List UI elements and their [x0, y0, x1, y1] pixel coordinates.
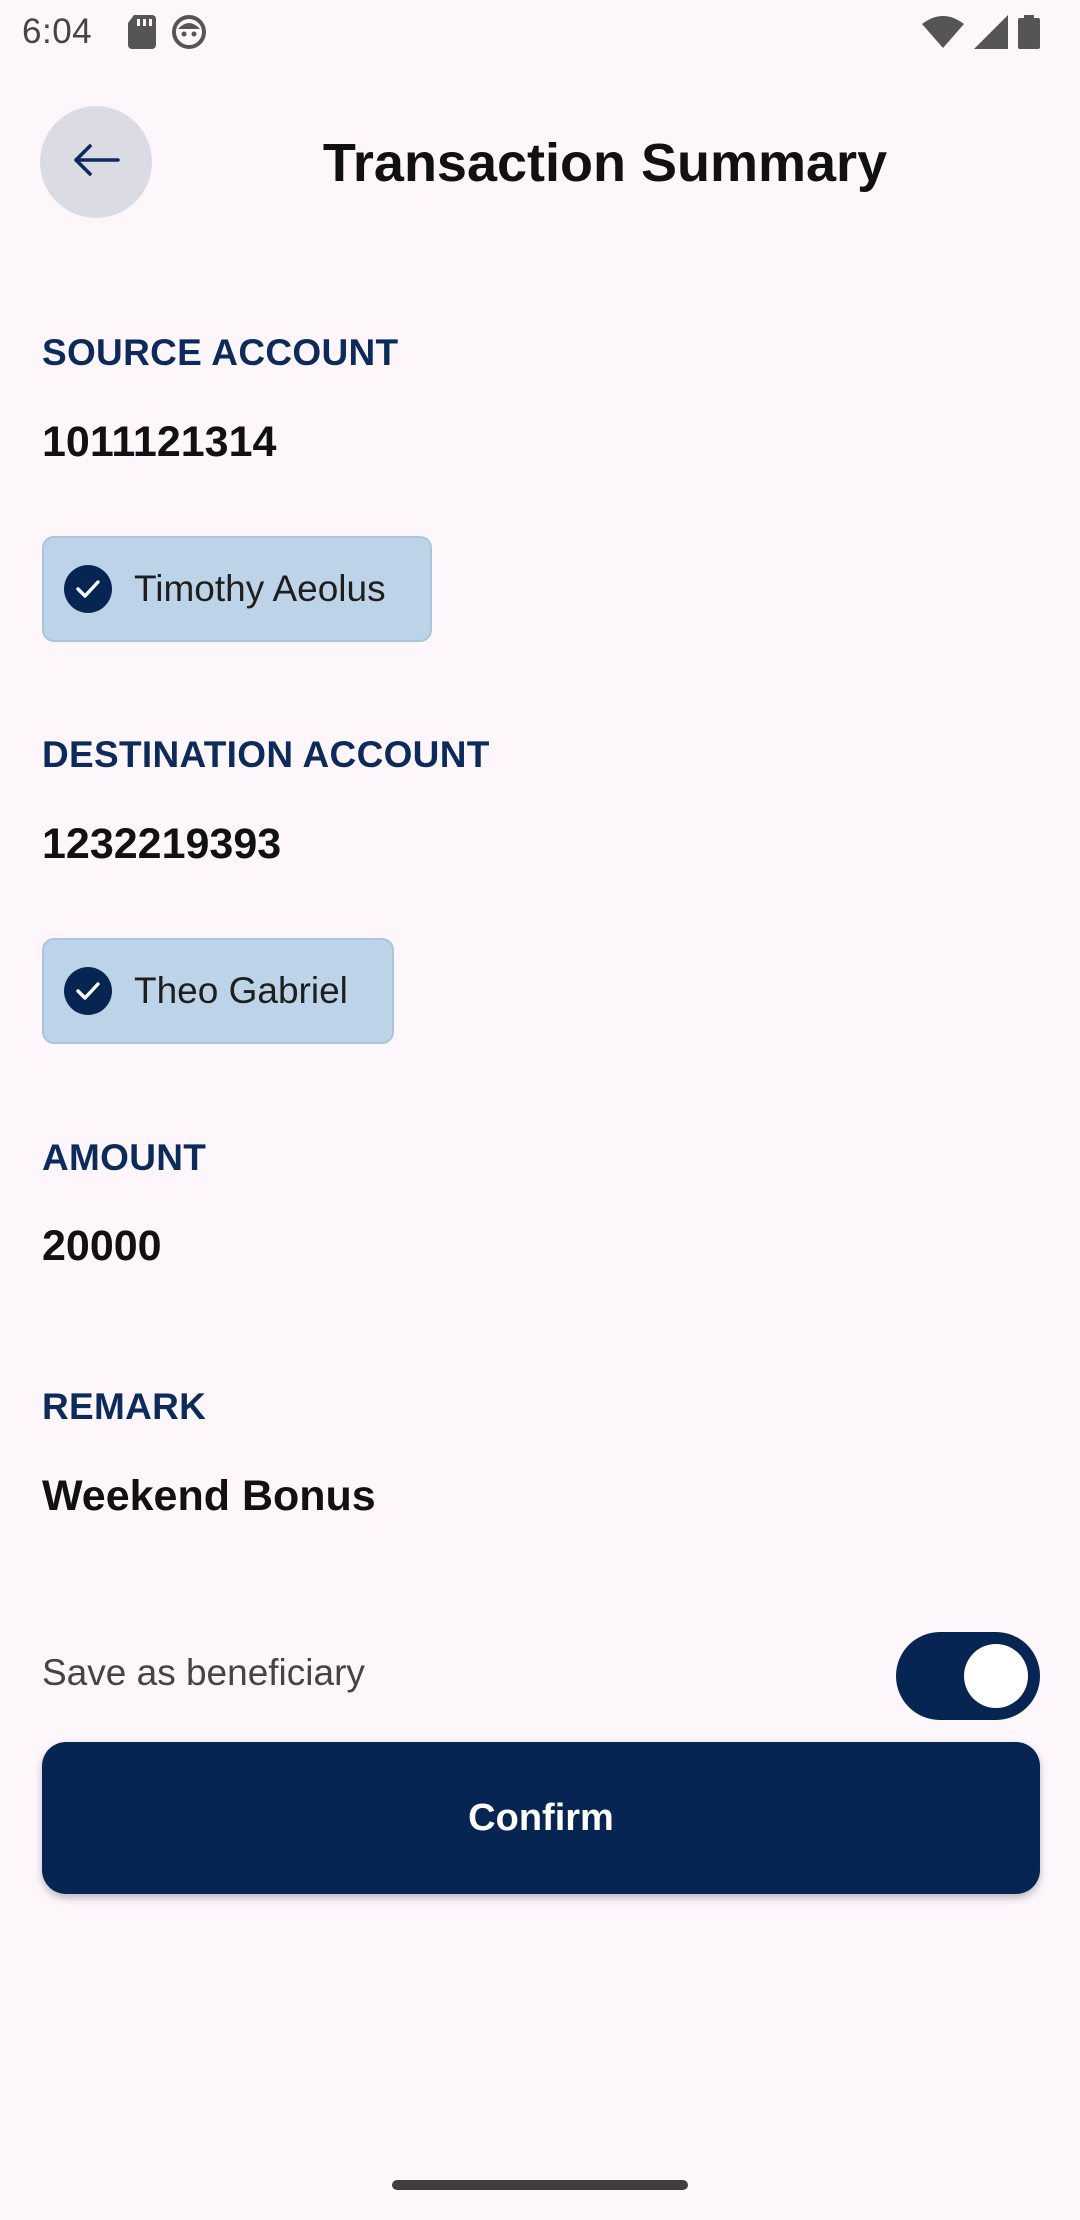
toggle-knob [964, 1644, 1028, 1708]
confirm-button-label: Confirm [468, 1796, 614, 1839]
sd-card-icon [128, 15, 156, 49]
wifi-icon [922, 16, 964, 48]
status-right-icons [922, 15, 1040, 49]
check-icon [64, 565, 112, 613]
source-account-name: Timothy Aeolus [134, 568, 386, 609]
source-account-name-chip: Timothy Aeolus [42, 536, 432, 642]
check-icon [64, 967, 112, 1015]
confirm-button[interactable]: Confirm [42, 1742, 1040, 1894]
source-account-label: SOURCE ACCOUNT [42, 332, 399, 373]
destination-account-name: Theo Gabriel [134, 970, 348, 1011]
gesture-nav-handle[interactable] [392, 2180, 688, 2190]
destination-account-number: 1232219393 [42, 820, 282, 868]
amount-label: AMOUNT [42, 1137, 207, 1178]
source-account-number: 1011121314 [42, 418, 277, 466]
android-face-icon [172, 15, 206, 49]
remark-label: REMARK [42, 1386, 207, 1427]
page-title: Transaction Summary [322, 133, 888, 193]
status-left-icons [128, 15, 206, 49]
amount-value: 20000 [42, 1222, 162, 1270]
battery-icon [1018, 15, 1040, 49]
destination-account-name-chip: Theo Gabriel [42, 938, 394, 1044]
save-beneficiary-toggle[interactable] [896, 1632, 1040, 1720]
status-time: 6:04 [22, 12, 93, 51]
save-beneficiary-label: Save as beneficiary [42, 1652, 365, 1693]
remark-value: Weekend Bonus [42, 1472, 376, 1520]
status-bar: 6:04 [0, 0, 1080, 64]
signal-icon [974, 15, 1008, 49]
destination-account-label: DESTINATION ACCOUNT [42, 734, 490, 775]
